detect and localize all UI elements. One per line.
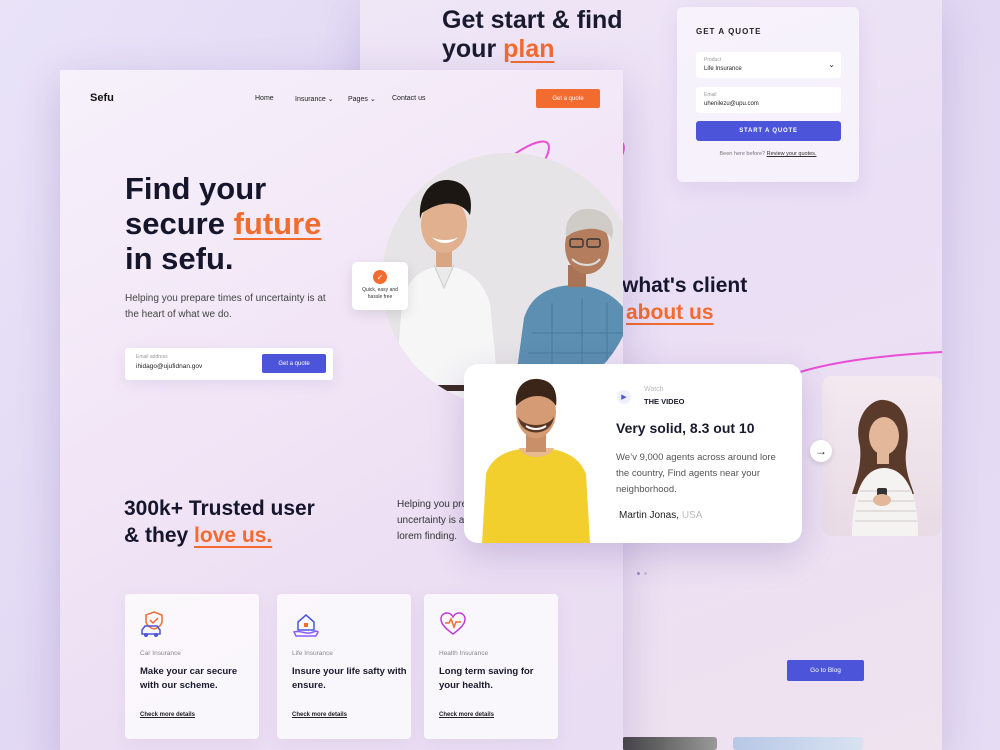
heart-pulse-icon	[440, 612, 466, 635]
blog-image-1	[622, 737, 717, 750]
card-category: Health Insurance	[439, 650, 489, 657]
card-life-insurance[interactable]: Life Insurance Insure your life safty wi…	[277, 594, 411, 739]
review-quotes-link[interactable]: Review your quotes.	[767, 151, 817, 157]
testimonial-card: ▶ Watch THE VIDEO Very solid, 8.3 out 10…	[464, 364, 802, 543]
email-value: uhenilezu@upu.com	[704, 101, 759, 107]
trust-line1: 300k+ Trusted user	[124, 497, 315, 520]
card-category: Car Insurance	[140, 650, 181, 657]
email-signup: Email address ihidago@ujufidnan.gov Get …	[125, 348, 333, 380]
email-address-label: Email address	[136, 354, 168, 360]
trust-heading: 300k+ Trusted user & they love us.	[124, 495, 315, 549]
blog-image-2	[733, 737, 863, 750]
get-quote-button[interactable]: Get a quote	[262, 354, 326, 373]
next-arrow-button[interactable]: →	[810, 440, 832, 462]
card-car-insurance[interactable]: Car Insurance Make your car secure with …	[125, 594, 259, 739]
quote-note: Been here before? Review your quotes.	[677, 151, 859, 157]
card-category: Life Insurance	[292, 650, 333, 657]
hero-heading: Find your secure future in sefu.	[125, 171, 321, 276]
check-details-link[interactable]: Check more details	[140, 712, 195, 718]
quote-title: GET A QUOTE	[696, 27, 762, 36]
chevron-down-icon: ⌄	[828, 60, 835, 69]
back-heading-line2: your	[442, 35, 504, 63]
testimonial-thumbnail[interactable]	[822, 376, 942, 536]
client-heading: what's client about us	[622, 272, 747, 326]
the-video-link[interactable]: THE VIDEO	[644, 397, 684, 406]
hero-line3: in sefu.	[125, 241, 234, 276]
quick-easy-badge: ✓ Quick, easy and hassle free	[352, 262, 408, 310]
quote-form: GET A QUOTE Product Life Insurance ⌄ Ema…	[677, 7, 859, 182]
man-photo	[464, 364, 604, 543]
author-name: Martin Jonas,	[619, 510, 680, 521]
check-details-link[interactable]: Check more details	[292, 712, 347, 718]
house-hand-icon	[292, 614, 319, 637]
go-to-blog-button[interactable]: Go to Blog	[787, 660, 864, 681]
car-shield-icon	[141, 611, 163, 637]
back-heading-highlight: plan	[503, 35, 555, 63]
card-health-insurance[interactable]: Health Insurance Long term saving for yo…	[424, 594, 558, 739]
hero-line1: Find your	[125, 171, 267, 206]
card-title: Long term saving for your health.	[439, 666, 534, 691]
watch-label: Watch	[644, 386, 664, 393]
email-field[interactable]: Email uhenilezu@upu.com	[696, 87, 841, 113]
hero-line2: secure	[125, 206, 234, 241]
start-quote-button[interactable]: START A QUOTE	[696, 121, 841, 141]
testimonial-author: Martin Jonas, USA	[619, 510, 702, 521]
trust-highlight: love us.	[194, 524, 273, 547]
email-label: Email	[704, 92, 717, 98]
play-icon[interactable]: ▶	[617, 390, 631, 404]
card-title: Insure your life safty with ensure.	[292, 666, 407, 691]
hero-text: Helping you prepare times of uncertainty…	[125, 293, 326, 320]
author-country: USA	[681, 510, 703, 521]
product-label: Product	[704, 57, 722, 63]
product-select[interactable]: Product Life Insurance ⌄	[696, 52, 841, 78]
back-heading: Get start & find your plan	[442, 6, 623, 64]
woman-photo	[852, 399, 918, 536]
badge-text: Quick, easy and hassle free	[362, 287, 398, 300]
check-icon: ✓	[373, 270, 387, 284]
product-value: Life Insurance	[704, 66, 742, 72]
check-details-link[interactable]: Check more details	[439, 712, 494, 718]
email-address-input[interactable]: ihidago@ujufidnan.gov	[136, 363, 202, 370]
client-heading-highlight: about us	[626, 301, 714, 324]
trust-line2: & they	[124, 524, 195, 547]
testimonial-headline: Very solid, 8.3 out 10	[616, 420, 755, 436]
quote-note-text: Been here before?	[719, 151, 766, 157]
testimonial-quote: We’v 9,000 agents across around lore the…	[616, 452, 776, 495]
hero-highlight: future	[233, 206, 322, 241]
client-heading-line1: what's client	[622, 274, 748, 297]
card-title: Make your car secure with our scheme.	[140, 666, 238, 691]
arrow-right-icon: →	[815, 444, 827, 458]
back-heading-line1: Get start & find	[442, 6, 623, 34]
carousel-dots[interactable]	[637, 572, 647, 575]
